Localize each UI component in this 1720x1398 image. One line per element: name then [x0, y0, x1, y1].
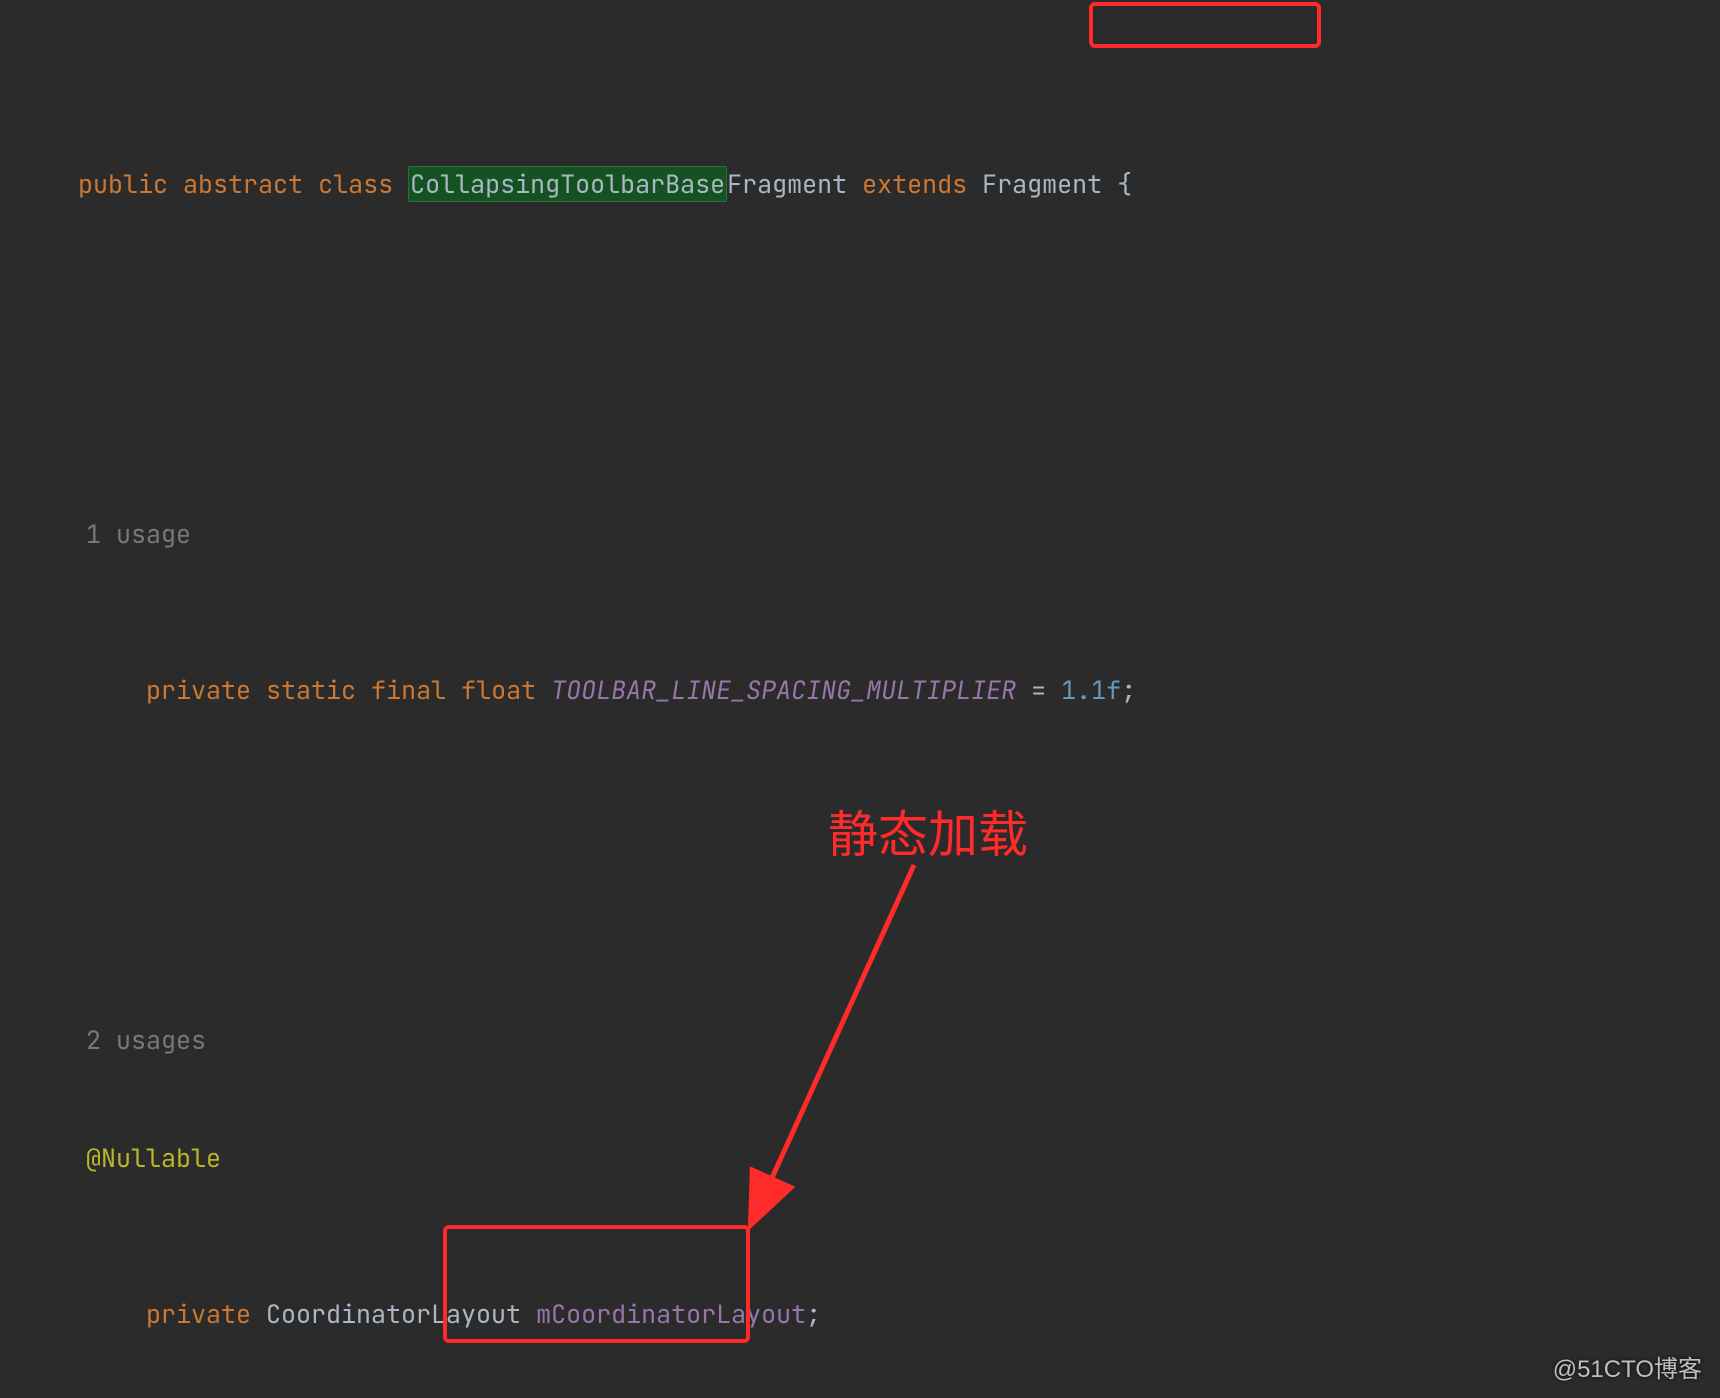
const-name: TOOLBAR_LINE_SPACING_MULTIPLIER — [551, 673, 1016, 707]
usage-hint[interactable]: 2 usages — [18, 1021, 1720, 1061]
constant-declaration: private static final float TOOLBAR_LINE_… — [18, 633, 1720, 749]
field-declaration: private CoordinatorLayout mCoordinatorLa… — [18, 1256, 1720, 1372]
code-editor[interactable]: public abstract class CollapsingToolbarB… — [0, 0, 1720, 1398]
class-name-suffix: Fragment — [727, 167, 847, 201]
blank-line — [18, 359, 1720, 399]
class-name-highlight: CollapsingToolbarBase — [408, 166, 727, 202]
watermark: @51CTO博客 — [1553, 1351, 1702, 1388]
superclass: Fragment { — [967, 167, 1132, 201]
blank-line — [18, 865, 1720, 905]
kw-class: class — [318, 167, 393, 201]
const-value: 1.1f — [1061, 673, 1121, 707]
kw-public: public — [78, 167, 168, 201]
usage-hint[interactable]: 1 usage — [18, 515, 1720, 555]
class-declaration: public abstract class CollapsingToolbarB… — [18, 126, 1720, 242]
annotation-nullable: @Nullable — [86, 1141, 221, 1175]
kw-extends: extends — [862, 167, 967, 201]
kw-abstract: abstract — [183, 167, 303, 201]
